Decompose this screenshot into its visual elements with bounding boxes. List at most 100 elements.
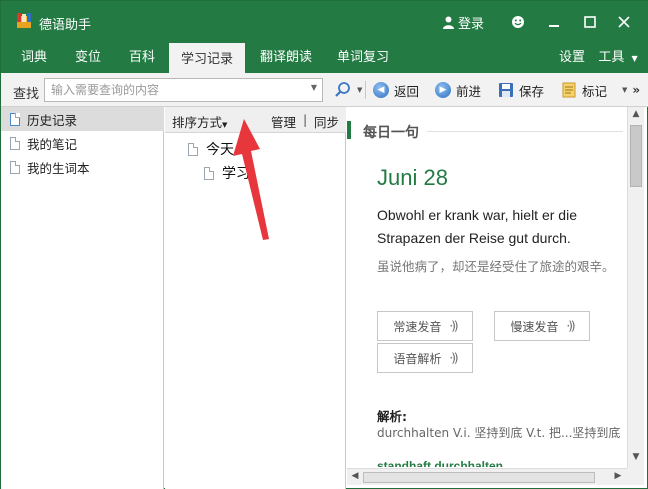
related-words-link[interactable]: standhaft durchhalten [377,459,503,467]
menu-translate-read[interactable]: 翻译朗读 [251,43,321,73]
search-input[interactable] [45,79,300,101]
section-title: 每日一句 [363,125,419,141]
sidebar-item-label: 我的生词本 [27,160,90,176]
document-icon [10,160,20,174]
scroll-down-arrow-icon[interactable]: ▼ [631,452,641,466]
bookmark-button[interactable]: 标记 [561,81,607,99]
search-button[interactable]: ▼ [334,81,362,99]
scroll-right-arrow-icon[interactable]: ▶ [612,471,624,483]
user-icon [443,16,454,29]
back-label: 返回 [394,83,420,99]
forward-arrow-icon: ▶ [435,82,451,98]
caret-down-icon: ▼ [357,86,363,94]
back-button[interactable]: ◀ 返回 [373,81,419,99]
menu-conjugation[interactable]: 变位 [63,43,113,73]
button-label: 常速发音 [393,319,442,334]
caret-down-icon: ▼ [222,121,228,129]
pronunciation-analysis-button[interactable]: 语音解析 ·)) [377,343,473,373]
maximize-button[interactable] [579,11,601,33]
document-icon [10,112,20,126]
toolbar: 查找 ▼ ▼ ◀ 返回 ▶ 前进 保存 [1,73,648,107]
menu-tools[interactable]: 工具 ▼ [593,43,643,73]
login-button[interactable]: 登录 [443,13,484,32]
scroll-thumb[interactable] [630,125,642,187]
close-icon [618,16,630,28]
german-sentence: Obwohl er krank war, hielt er die Strapa… [377,207,577,246]
forward-label: 前进 [456,83,482,99]
tree-node-label: 今天 [206,142,234,158]
sound-wave-icon: ·)) [449,319,458,333]
save-button[interactable]: 保存 [498,81,544,99]
dropdown-arrow-icon[interactable]: ▼ [311,83,317,92]
menu-encyclopedia[interactable]: 百科 [117,43,167,73]
bookmark-note-icon [562,82,576,98]
document-icon [204,166,214,180]
manage-link[interactable]: 管理 [271,112,296,131]
menu-word-review[interactable]: 单词复习 [329,43,397,73]
document-icon [10,136,20,150]
sidebar-item-label: 我的笔记 [27,136,78,152]
document-icon [188,142,198,156]
menu-settings[interactable]: 设置 [553,43,591,73]
search-icon [335,82,350,97]
sentence-date: Juni 28 [377,165,448,190]
normal-speed-audio-button[interactable]: 常速发音 ·)) [377,311,473,341]
search-box[interactable]: ▼ [44,78,323,102]
menu-study-records[interactable]: 学习记录 [169,43,245,73]
toolbar-divider [365,81,366,99]
scroll-left-arrow-icon[interactable]: ◀ [349,471,361,483]
analysis-text: durchhalten V.i. 坚持到底 V.t. 把...坚持到底 [377,426,621,440]
sync-link[interactable]: 同步 [314,112,339,131]
tree-node-today[interactable]: 今天 [188,139,234,159]
scroll-up-arrow-icon[interactable]: ▲ [631,109,641,123]
title-bar: 德语助手 登录 [1,1,648,43]
slow-speed-audio-button[interactable]: 慢速发音 ·)) [494,311,590,341]
sound-wave-icon: ·)) [566,319,575,333]
section-accent [347,121,351,139]
scroll-thumb[interactable] [363,472,595,483]
daily-sentence-pane: 每日一句 Juni 28 Obwohl er krank war, hielt … [347,107,627,467]
separator: | [303,112,308,127]
sort-label: 排序方式 [172,115,223,130]
maximize-icon [584,16,596,28]
analysis-heading: 解析: [377,409,407,424]
sidebar-item-vocabulary[interactable]: 我的生词本 [1,155,164,179]
menu-dictionary[interactable]: 词典 [9,43,59,73]
sidebar-item-label: 历史记录 [27,112,78,128]
chinese-translation: 虽说他病了，却还是经受住了旅途的艰辛。 [377,259,615,274]
forward-button[interactable]: ▶ 前进 [435,81,481,99]
tree-node-entry[interactable]: 学习 [204,163,250,183]
minimize-button[interactable] [543,11,565,33]
sound-wave-icon: ·)) [449,351,458,365]
button-label: 语音解析 [393,351,442,366]
history-header: 排序方式▼ 管理 | 同步 [165,107,346,133]
login-label: 登录 [458,17,485,32]
smiley-icon [512,16,524,28]
history-pane: 排序方式▼ 管理 | 同步 今天 学习 [165,107,346,489]
back-arrow-icon: ◀ [373,82,389,98]
tree-node-label: 学习 [222,166,250,182]
search-label: 查找 [13,87,40,102]
close-button[interactable] [613,11,635,33]
save-disk-icon [499,83,513,97]
bookmark-label: 标记 [582,83,608,99]
divider [427,131,623,132]
toolbar-overflow-button[interactable]: ▼ » [622,81,640,99]
app-title: 德语助手 [39,18,92,33]
button-label: 慢速发音 [510,319,559,334]
book-icon [17,13,31,28]
scrollbar-corner [627,468,644,485]
caret-down-icon: ▼ [631,54,638,63]
sidebar-item-notes[interactable]: 我的笔记 [1,131,164,155]
caret-down-icon: ▼ [622,86,628,94]
sort-dropdown[interactable]: 排序方式▼ [172,112,227,131]
double-chevron-right-icon: » [632,83,641,97]
save-label: 保存 [519,83,545,99]
sidebar: 历史记录 我的笔记 我的生词本 [1,107,164,489]
horizontal-scrollbar[interactable]: ◀ ▶ [347,468,627,485]
sidebar-item-history[interactable]: 历史记录 [1,107,164,131]
menu-tools-label: 工具 [598,50,625,65]
vertical-scrollbar[interactable]: ▲ ▼ [627,107,644,468]
minimize-icon [549,25,559,27]
feedback-button[interactable] [507,11,529,33]
